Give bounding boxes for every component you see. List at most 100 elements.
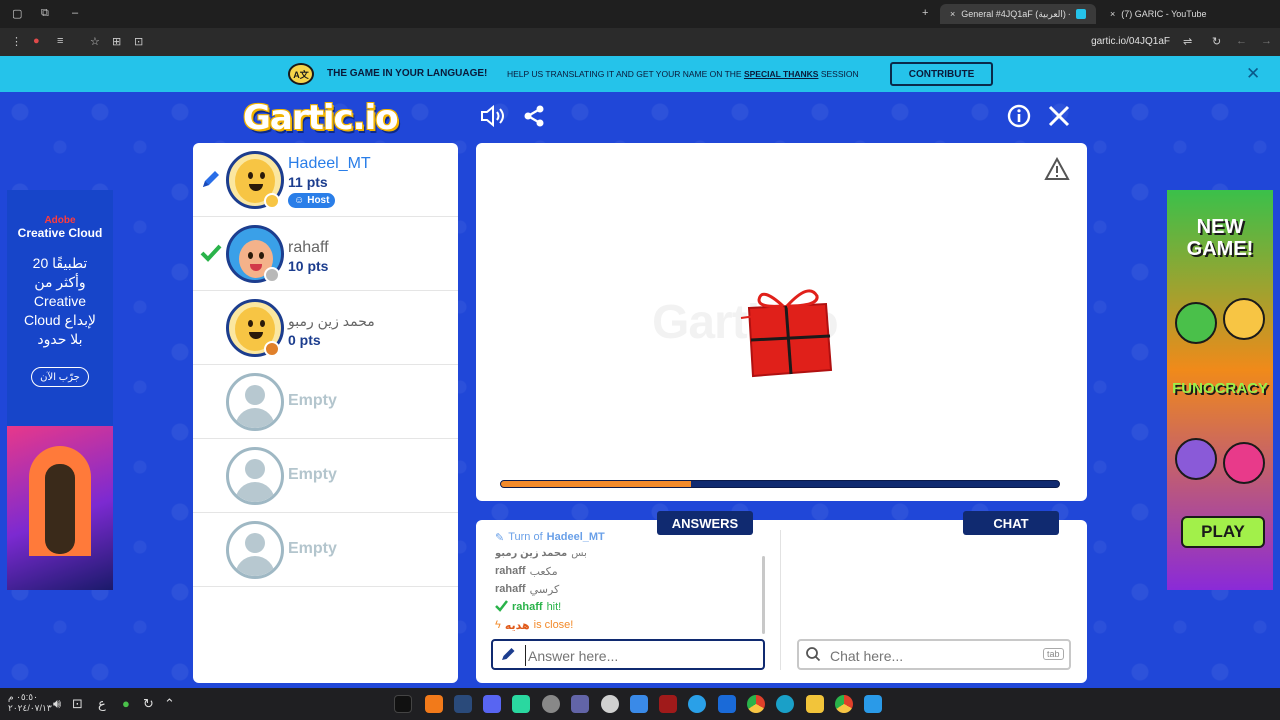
report-warning-icon[interactable] xyxy=(1044,156,1070,187)
new-tab-button[interactable]: + xyxy=(922,7,928,19)
reload-icon[interactable]: ↻ xyxy=(1212,35,1221,48)
guess-user: rahaff xyxy=(495,565,526,577)
tiktok-app-icon[interactable] xyxy=(394,695,412,713)
avatar-eye xyxy=(248,252,253,259)
settings-app-icon[interactable] xyxy=(542,695,560,713)
keyboard-language[interactable]: ع xyxy=(98,696,106,712)
volume-icon[interactable]: 🔊︎ xyxy=(53,696,61,712)
drawing-canvas[interactable]: Gartic.io xyxy=(476,143,1087,501)
panel-divider xyxy=(780,530,781,670)
tab-key-hint: tab xyxy=(1043,648,1064,660)
menu-dots-icon[interactable]: ⋮ xyxy=(11,35,22,48)
chrome-app-icon[interactable] xyxy=(747,695,765,713)
player-row[interactable]: Hadeel_MT 11 pts ☺ Host xyxy=(193,143,458,217)
ad-adobe-creative-cloud[interactable]: Adobe Creative Cloud 20 تطبيقًا وأكثر من… xyxy=(7,190,113,590)
hit-text: hit! xyxy=(546,601,562,613)
share-page-icon[interactable]: ⊡ xyxy=(134,35,143,48)
site-settings-icon[interactable]: ⇌ xyxy=(1183,35,1192,48)
outlook-app-icon[interactable] xyxy=(718,695,736,713)
answers-scrollbar[interactable] xyxy=(762,556,765,634)
close-tab-icon[interactable]: × xyxy=(950,9,955,19)
language-icon: A文 xyxy=(288,63,314,85)
contribute-button[interactable]: CONTRIBUTE xyxy=(890,62,993,86)
player-points: 11 pts xyxy=(288,174,328,190)
ad-cta-button[interactable]: جرّب الآن xyxy=(31,367,89,387)
tab-title: General #4JQ1aF (العربية) - Gart xyxy=(961,8,1070,19)
special-thanks-link[interactable]: SPECIAL THANKS xyxy=(744,69,818,79)
ad-headline-line: NEW xyxy=(1196,216,1244,238)
profile-icon[interactable]: ● xyxy=(33,35,40,47)
search-icon xyxy=(805,646,821,666)
translate-icon[interactable]: ≡ xyxy=(57,35,63,47)
feed-guess-line: rahaff كرسي xyxy=(495,580,760,598)
empty-slot-label: Empty xyxy=(288,466,337,483)
answer-input[interactable] xyxy=(525,645,755,666)
status-badge xyxy=(264,267,280,283)
status-badge xyxy=(264,341,280,357)
feed-hit-line: rahaff hit! xyxy=(495,598,760,616)
chat-field[interactable]: tab xyxy=(797,639,1071,670)
telegram-app-icon[interactable] xyxy=(688,695,706,713)
tab-search-icon[interactable]: ⧉ xyxy=(41,7,49,20)
close-tab-icon[interactable]: × xyxy=(1110,9,1115,19)
gartic-favicon-icon xyxy=(1076,9,1086,19)
empty-avatar-icon xyxy=(226,521,284,579)
player-row[interactable]: rahaff 10 pts xyxy=(193,217,458,291)
turn-user: Hadeel_MT xyxy=(546,532,605,543)
file-explorer-app-icon[interactable] xyxy=(806,695,824,713)
banner-close-icon[interactable]: ✕ xyxy=(1246,64,1260,84)
answer-field[interactable] xyxy=(491,639,765,670)
window-menu-icon[interactable]: ▢ xyxy=(12,7,22,20)
system-clock[interactable]: ٠٥:٥٠ م ٢٠٢٤/٠٧/١٣ xyxy=(8,692,52,714)
app-red-icon[interactable] xyxy=(659,695,677,713)
chevron-up-icon[interactable]: ⌃ xyxy=(164,696,175,712)
edge-app-icon[interactable] xyxy=(776,695,794,713)
player-name: rahaff xyxy=(288,239,329,256)
info-icon[interactable] xyxy=(1007,104,1031,134)
chat-input[interactable] xyxy=(830,645,1030,666)
minimize-icon[interactable]: – xyxy=(72,7,78,19)
share-icon[interactable] xyxy=(522,104,546,134)
back-icon[interactable]: → xyxy=(1261,35,1272,47)
address-bar: ⋮ ● ≡ ☆ ⊞ ⊡ gartic.io/04JQ1aF ⇌ ↻ ← → xyxy=(0,28,1280,56)
sync-icon[interactable]: ↻ xyxy=(143,696,154,712)
host-badge: ☺ Host xyxy=(288,193,336,208)
app-a-icon[interactable] xyxy=(425,695,443,713)
url-field[interactable]: gartic.io/04JQ1aF xyxy=(1091,36,1170,47)
extensions-icon[interactable]: ⊞ xyxy=(112,35,121,48)
microphone-icon[interactable]: ● xyxy=(122,696,130,711)
sound-icon[interactable] xyxy=(480,104,506,134)
ad-character-icon xyxy=(1223,442,1265,484)
player-points: 10 pts xyxy=(288,258,329,274)
ad-play-button[interactable]: PLAY xyxy=(1181,516,1265,548)
forward-icon[interactable]: ← xyxy=(1236,35,1247,47)
exit-icon[interactable] xyxy=(1047,104,1071,134)
status-badge xyxy=(264,193,280,209)
ad-copy-line: Creative xyxy=(33,293,87,309)
empty-slot-label: Empty xyxy=(288,540,337,557)
store-app-icon[interactable] xyxy=(630,695,648,713)
bookmark-star-icon[interactable]: ☆ xyxy=(90,35,100,48)
tab-youtube[interactable]: × (7) GARIC - YouTube xyxy=(1100,4,1260,24)
guess-text: كرسي xyxy=(529,583,560,596)
translation-banner: A文 THE GAME IN YOUR LANGUAGE! HELP US TR… xyxy=(0,56,1280,92)
feed-guess-line: rahaff مكعب xyxy=(495,562,760,580)
app-game-icon[interactable] xyxy=(512,695,530,713)
steam-app-icon[interactable] xyxy=(454,695,472,713)
discord-app-icon[interactable] xyxy=(483,695,501,713)
ad-copy-line: بلا حدود xyxy=(37,331,83,347)
ad-brand: Adobe xyxy=(44,215,76,226)
teams-app-icon[interactable] xyxy=(571,695,589,713)
ad-funocracy[interactable]: NEW GAME! FUNOCRACY PLAY xyxy=(1167,190,1273,590)
chrome-active-app-icon[interactable] xyxy=(835,695,853,713)
tab-gartic[interactable]: × General #4JQ1aF (العربية) - Gart xyxy=(940,4,1096,24)
ad-headline-line: GAME! xyxy=(1186,238,1254,260)
music-app-icon[interactable] xyxy=(601,695,619,713)
start-menu-icon[interactable] xyxy=(864,695,882,713)
player-row[interactable]: محمد زين رمبو 0 pts xyxy=(193,291,458,365)
empty-slot: Empty xyxy=(193,439,458,513)
guess-user: rahaff xyxy=(495,583,526,595)
hit-user: rahaff xyxy=(512,601,543,613)
network-icon[interactable]: ⊡ xyxy=(72,696,83,712)
tab-title: (7) GARIC - YouTube xyxy=(1121,9,1207,19)
